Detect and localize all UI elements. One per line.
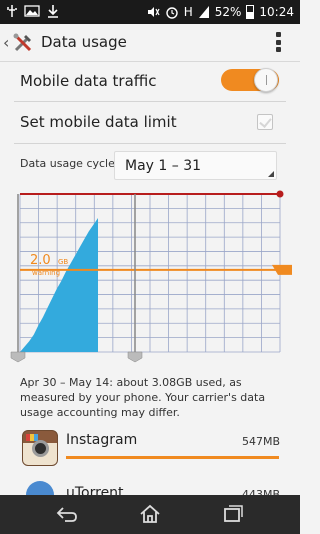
app-usage-bar-instagram xyxy=(66,456,279,459)
set-data-limit-label: Set mobile data limit xyxy=(20,113,177,131)
back-icon[interactable] xyxy=(55,503,79,525)
warning-handle[interactable] xyxy=(272,264,292,275)
instagram-app-icon xyxy=(22,430,58,466)
network-type: H xyxy=(183,5,193,19)
divider xyxy=(14,143,286,144)
data-usage-chart: 2.0 GB warning xyxy=(10,190,292,363)
app-name-instagram[interactable]: Instagram xyxy=(66,432,137,448)
warning-label: warning xyxy=(32,269,60,277)
back-chevron-icon[interactable]: ‹ xyxy=(3,33,9,52)
signal-icon xyxy=(198,6,209,18)
page-title: Data usage xyxy=(41,33,127,51)
app-size-instagram: 547MB xyxy=(241,435,280,448)
image-icon xyxy=(24,5,40,17)
recent-apps-icon[interactable] xyxy=(221,503,245,525)
warning-value: 2.0 xyxy=(30,253,51,268)
battery-icon xyxy=(246,5,255,19)
overflow-menu-icon[interactable] xyxy=(276,32,282,52)
notification-icons xyxy=(6,4,60,18)
battery-percentage: 52% xyxy=(214,5,242,19)
utorrent-app-icon xyxy=(26,481,54,495)
limit-handle[interactable] xyxy=(276,190,284,198)
range-end-handle[interactable] xyxy=(127,194,143,363)
data-usage-cycle-dropdown[interactable]: May 1 – 31 xyxy=(114,151,277,180)
status-indicators: H 52% 10:24 xyxy=(146,3,294,21)
divider xyxy=(14,101,286,102)
usage-area xyxy=(20,218,98,352)
status-bar: H 52% 10:24 xyxy=(0,0,300,24)
mobile-data-traffic-label: Mobile data traffic xyxy=(20,72,157,90)
navigation-bar xyxy=(0,495,300,534)
usb-icon xyxy=(7,5,17,17)
warning-unit: GB xyxy=(58,258,68,266)
mobile-data-traffic-toggle[interactable] xyxy=(221,68,279,92)
settings-tools-icon[interactable] xyxy=(12,32,34,54)
set-data-limit-checkbox[interactable] xyxy=(257,114,273,130)
dropdown-arrow-icon xyxy=(268,171,274,177)
clock: 10:24 xyxy=(259,5,294,19)
mute-icon xyxy=(147,7,160,17)
data-usage-cycle-label: Data usage cycle xyxy=(20,157,115,170)
home-icon[interactable] xyxy=(138,503,162,525)
cycle-value: May 1 – 31 xyxy=(125,158,202,174)
usage-summary: Apr 30 – May 14: about 3.08GB used, as m… xyxy=(20,376,266,419)
download-icon xyxy=(48,5,58,18)
action-bar: ‹ Data usage xyxy=(0,24,300,62)
toggle-knob xyxy=(254,68,278,92)
alarm-icon xyxy=(166,7,178,19)
range-start-handle[interactable] xyxy=(10,194,26,363)
